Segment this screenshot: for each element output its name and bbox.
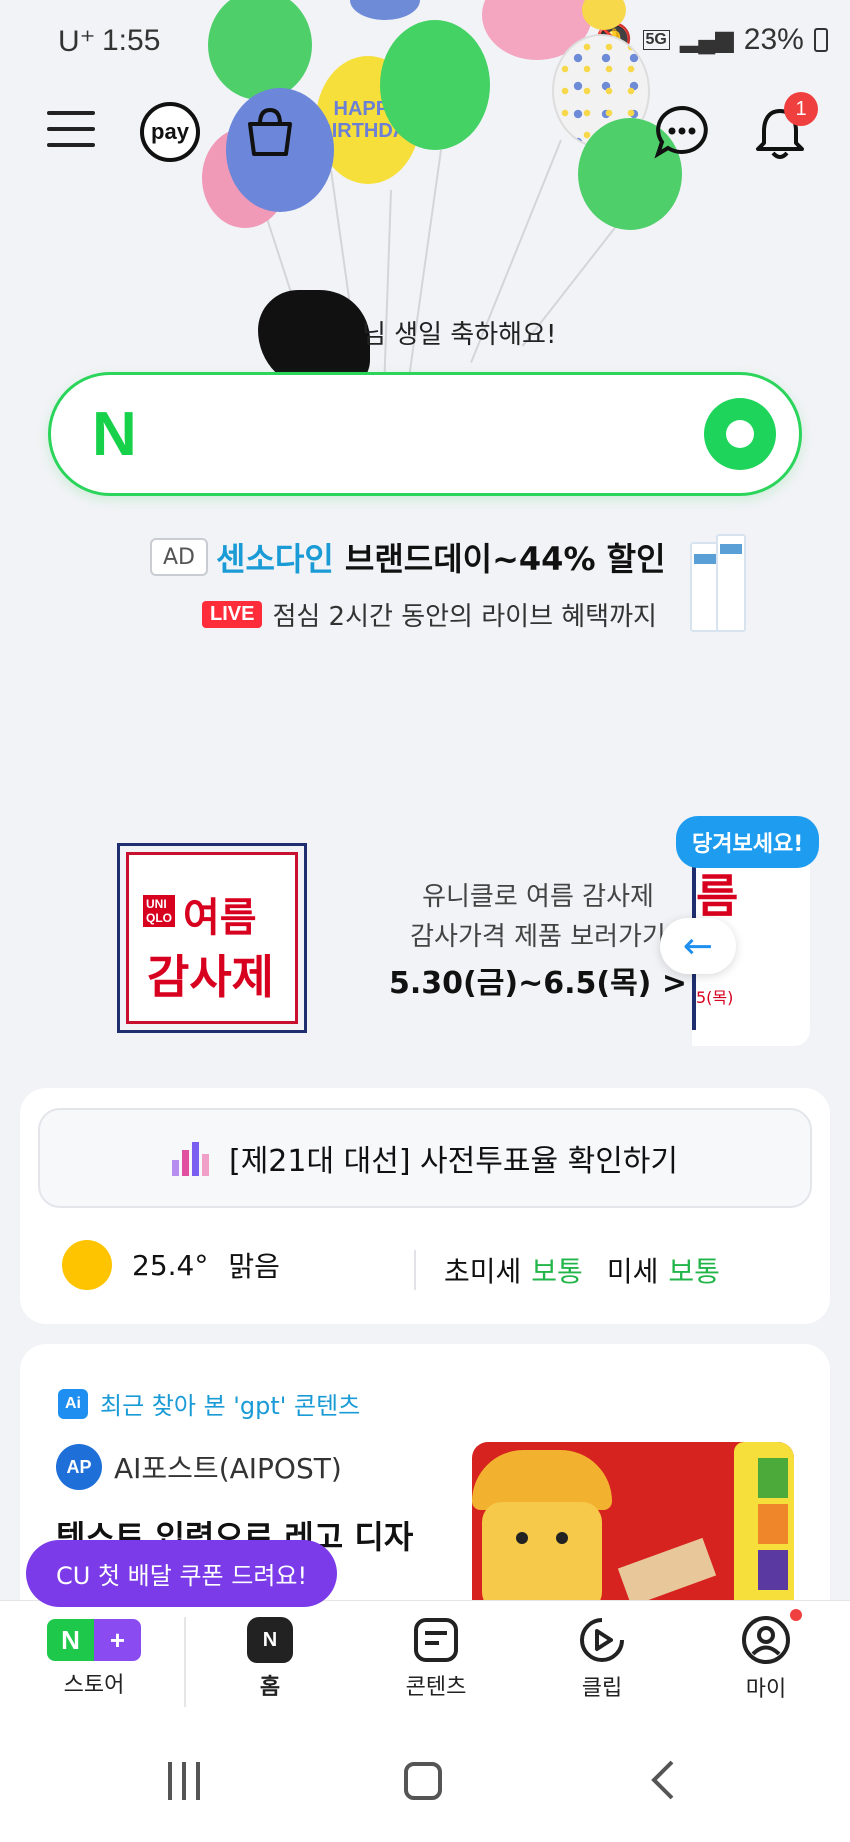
battery-percent: 23% <box>743 22 804 56</box>
uniqlo-logo-title2: 감사제 <box>147 950 274 1004</box>
back-icon[interactable] <box>650 1758 676 1806</box>
dust-info[interactable]: 초미세 보통 미세 보통 <box>444 1250 720 1290</box>
dust-value: 보통 <box>668 1255 720 1288</box>
recent-title: 최근 찾아 본 'gpt' 콘텐츠 <box>100 1392 361 1420</box>
uniqlo-mini-logo: UNI QLO <box>143 895 175 927</box>
ad-subline-text: 점심 2시간 동안의 라이브 혜택까지 <box>272 602 657 632</box>
cu-coupon-bubble[interactable]: CU 첫 배달 쿠폰 드려요! <box>26 1540 338 1607</box>
nav-clip[interactable]: 클립 <box>532 1601 672 1717</box>
nav-content[interactable]: 콘텐츠 <box>366 1601 506 1717</box>
election-button[interactable]: [제21대 대선] 사전투표율 확인하기 <box>38 1108 812 1208</box>
weather-divider <box>414 1250 416 1290</box>
source-logo: AP <box>56 1444 102 1490</box>
my-new-dot <box>790 1609 802 1621</box>
nav-home[interactable]: N 홈 <box>200 1601 340 1717</box>
ad-brand: 센소다인 <box>216 540 334 578</box>
nav-my-label: 마이 <box>745 1677 787 1702</box>
pull-hint-bubble: 당겨보세요! <box>676 816 820 868</box>
ai-badge: Ai <box>58 1388 88 1419</box>
battery-icon <box>813 27 828 52</box>
signal-icon: ▂▄▆ <box>679 26 734 53</box>
clock: 1:55 <box>102 24 161 57</box>
vote-chart-icon <box>172 1140 209 1176</box>
content-icon <box>414 1618 458 1662</box>
arrow-left-icon[interactable]: ← <box>660 918 736 974</box>
uniqlo-line1: 유니클로 여름 감사제 <box>422 882 654 912</box>
uniqlo-logo-title1: 여름 <box>183 895 257 941</box>
search-bar[interactable] <box>48 372 802 496</box>
uniqlo-logo: UNI QLO 여름 감사제 <box>117 843 307 1033</box>
weather-summary[interactable]: 25.4° 맑음 <box>62 1240 280 1290</box>
recent-header: Ai 최근 찾아 본 'gpt' 콘텐츠 <box>58 1386 360 1421</box>
nav-store-label: 스토어 <box>63 1673 125 1698</box>
ad-tag: AD <box>150 538 208 576</box>
article-thumbnail[interactable] <box>472 1442 794 1602</box>
naver-plus-store-icon: N + <box>47 1619 141 1661</box>
naver-logo: N <box>92 400 137 469</box>
sun-icon <box>62 1240 112 1290</box>
network-label: 5G <box>642 29 670 50</box>
uniqlo-dates: 5.30(금)~6.5(목) > <box>389 966 687 1001</box>
weather-temp: 25.4° <box>132 1248 209 1282</box>
ad-headline[interactable]: 센소다인 브랜드데이~44% 할인 <box>216 534 666 580</box>
dust-label: 미세 <box>606 1255 659 1288</box>
nav-content-label: 콘텐츠 <box>405 1675 467 1700</box>
live-badge: LIVE <box>202 601 263 628</box>
article-source[interactable]: AP AI포스트(AIPOST) <box>56 1444 342 1490</box>
source-name: AI포스트(AIPOST) <box>114 1452 342 1485</box>
birthday-greeting: 님 생일 축하해요! <box>362 320 557 350</box>
toothpaste-product-image <box>686 534 746 632</box>
green-dot-button[interactable] <box>704 398 776 470</box>
chat-icon[interactable] <box>654 104 710 160</box>
menu-icon[interactable] <box>46 106 98 152</box>
bottom-nav: N + 스토어 N 홈 콘텐츠 클립 마이 <box>0 1600 850 1717</box>
pay-button[interactable]: pay <box>140 102 200 162</box>
weather-condition: 맑음 <box>228 1250 280 1283</box>
carrier-label: U⁺ <box>58 25 96 58</box>
election-label: [제21대 대선] 사전투표율 확인하기 <box>229 1144 678 1179</box>
ad-headline-text: 브랜드데이~44% 할인 <box>344 540 666 578</box>
nav-clip-label: 클립 <box>581 1676 623 1701</box>
nav-store[interactable]: N + 스토어 <box>24 1601 164 1717</box>
notification-badge: 1 <box>784 92 818 126</box>
nav-my[interactable]: 마이 <box>696 1601 836 1717</box>
nav-home-label: 홈 <box>259 1675 281 1700</box>
shopping-bag-icon[interactable] <box>240 102 300 162</box>
profile-icon <box>742 1616 790 1664</box>
pay-label: pay <box>151 119 189 144</box>
home-button-icon[interactable] <box>404 1762 442 1800</box>
recent-apps-icon[interactable] <box>168 1762 200 1800</box>
system-navigation <box>0 1716 850 1842</box>
nav-divider <box>184 1617 186 1707</box>
fine-dust-value: 보통 <box>531 1255 583 1288</box>
ad-subline[interactable]: LIVE 점심 2시간 동안의 라이브 혜택까지 <box>202 596 657 633</box>
home-icon: N <box>247 1617 293 1663</box>
fine-dust-label: 초미세 <box>444 1255 522 1288</box>
clip-play-icon <box>580 1618 624 1662</box>
